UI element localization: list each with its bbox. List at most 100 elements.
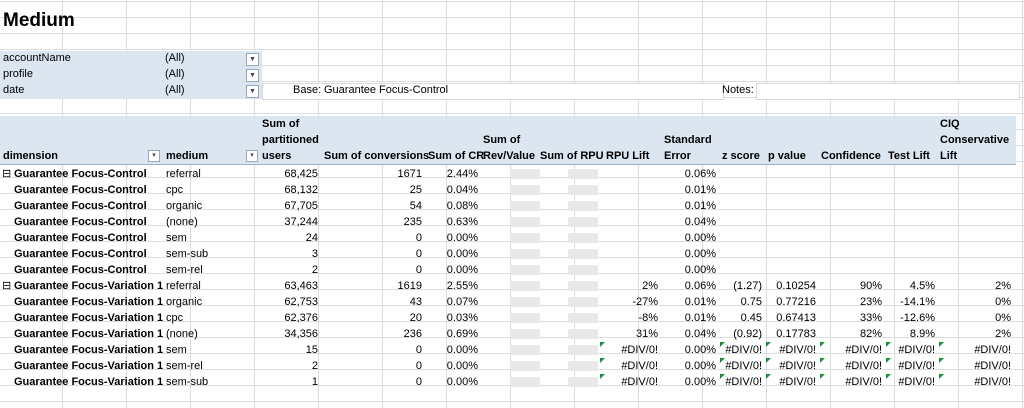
cell-standard-error[interactable]: 0.06%	[660, 279, 716, 293]
cell-cr[interactable]: 2.44%	[426, 167, 478, 181]
collapse-icon[interactable]: ⊟	[2, 279, 12, 293]
filter-row-profile[interactable]: profile (All) ▼	[0, 67, 262, 83]
cell-p-value[interactable]: 0.77216	[764, 295, 816, 309]
cell-medium[interactable]: referral	[166, 167, 256, 181]
cell-rpu-lift[interactable]	[598, 215, 658, 229]
error-indicator-icon[interactable]	[820, 342, 825, 347]
cell-cr[interactable]: 0.03%	[426, 311, 478, 325]
cell-cr[interactable]: 0.69%	[426, 327, 478, 341]
error-indicator-icon[interactable]	[600, 374, 605, 379]
cell-p-value[interactable]: #DIV/0!	[764, 359, 816, 373]
cell-standard-error[interactable]: 0.01%	[660, 199, 716, 213]
cell-dimension[interactable]: Guarantee Focus-Control	[14, 183, 160, 197]
cell-test-lift[interactable]: #DIV/0!	[884, 375, 935, 389]
cell-confidence[interactable]: #DIV/0!	[818, 343, 882, 357]
cell-ciq-lift[interactable]: 0%	[937, 311, 1011, 325]
cell-conversions[interactable]: 0	[322, 343, 422, 357]
error-indicator-icon[interactable]	[720, 358, 725, 363]
cell-rpu-lift[interactable]: 31%	[598, 327, 658, 341]
cell-dimension[interactable]: Guarantee Focus-Control	[14, 167, 160, 181]
cell-standard-error[interactable]: 0.01%	[660, 295, 716, 309]
cell-conversions[interactable]: 0	[322, 375, 422, 389]
cell-medium[interactable]: sem-rel	[166, 263, 256, 277]
cell-test-lift[interactable]	[884, 263, 935, 277]
cell-z-score[interactable]	[718, 247, 762, 261]
table-row[interactable]: Guarantee Focus-Variation 1 (none) 34,356 2…	[0, 326, 1016, 342]
error-indicator-icon[interactable]	[720, 342, 725, 347]
cell-cr[interactable]: 0.07%	[426, 295, 478, 309]
cell-dimension[interactable]: Guarantee Focus-Variation 1	[14, 359, 163, 373]
cell-confidence[interactable]	[818, 263, 882, 277]
cell-dimension[interactable]: Guarantee Focus-Variation 1	[14, 343, 163, 357]
table-row[interactable]: Guarantee Focus-Variation 1 cpc 62,376 20 0.…	[0, 310, 1016, 326]
cell-p-value[interactable]	[764, 231, 816, 245]
cell-conversions[interactable]: 236	[322, 327, 422, 341]
cell-p-value[interactable]	[764, 199, 816, 213]
cell-test-lift[interactable]: -12.6%	[884, 311, 935, 325]
error-indicator-icon[interactable]	[939, 358, 944, 363]
cell-users[interactable]: 2	[260, 263, 318, 277]
cell-p-value[interactable]: #DIV/0!	[764, 375, 816, 389]
error-indicator-icon[interactable]	[886, 358, 891, 363]
cell-z-score[interactable]: 0.75	[718, 295, 762, 309]
cell-confidence[interactable]: 82%	[818, 327, 882, 341]
cell-confidence[interactable]: #DIV/0!	[818, 375, 882, 389]
cell-medium[interactable]: cpc	[166, 183, 256, 197]
filter-row-date[interactable]: date (All) ▼	[0, 83, 262, 99]
cell-confidence[interactable]	[818, 199, 882, 213]
cell-ciq-lift[interactable]: #DIV/0!	[937, 343, 1011, 357]
table-row[interactable]: ⊟ Guarantee Focus-Variation 1 referral 63,4…	[0, 278, 1016, 294]
cell-test-lift[interactable]: 4.5%	[884, 279, 935, 293]
cell-rpu-lift[interactable]: -27%	[598, 295, 658, 309]
cell-confidence[interactable]	[818, 167, 882, 181]
cell-cr[interactable]: 0.08%	[426, 199, 478, 213]
cell-cr[interactable]: 0.63%	[426, 215, 478, 229]
cell-ciq-lift[interactable]	[937, 231, 1011, 245]
table-row[interactable]: Guarantee Focus-Variation 1 sem-sub 1 0 0.00…	[0, 374, 1016, 390]
cell-z-score[interactable]	[718, 199, 762, 213]
cell-test-lift[interactable]	[884, 167, 935, 181]
cell-rpu-lift[interactable]	[598, 183, 658, 197]
cell-users[interactable]: 3	[260, 247, 318, 261]
cell-standard-error[interactable]: 0.04%	[660, 327, 716, 341]
cell-conversions[interactable]: 1671	[322, 167, 422, 181]
cell-cr[interactable]: 0.00%	[426, 359, 478, 373]
notes-cell[interactable]	[756, 83, 1020, 100]
filter-dropdown-icon[interactable]: ▼	[246, 69, 259, 82]
table-row[interactable]: Guarantee Focus-Control sem 24 0 0.00% 0.00%	[0, 230, 1016, 246]
table-row[interactable]: Guarantee Focus-Variation 1 organic 62,753…	[0, 294, 1016, 310]
cell-ciq-lift[interactable]	[937, 167, 1011, 181]
cell-rpu-lift[interactable]	[598, 167, 658, 181]
cell-conversions[interactable]: 0	[322, 359, 422, 373]
table-row[interactable]: Guarantee Focus-Control (none) 37,244 235 0.…	[0, 214, 1016, 230]
dimension-filter-icon[interactable]: ▾	[148, 150, 160, 162]
cell-conversions[interactable]: 25	[322, 183, 422, 197]
cell-ciq-lift[interactable]	[937, 215, 1011, 229]
cell-test-lift[interactable]	[884, 199, 935, 213]
error-indicator-icon[interactable]	[600, 342, 605, 347]
cell-ciq-lift[interactable]: 2%	[937, 327, 1011, 341]
cell-dimension[interactable]: Guarantee Focus-Variation 1	[14, 327, 163, 341]
cell-standard-error[interactable]: 0.00%	[660, 375, 716, 389]
cell-standard-error[interactable]: 0.00%	[660, 343, 716, 357]
cell-medium[interactable]: sem-rel	[166, 359, 256, 373]
cell-cr[interactable]: 0.00%	[426, 263, 478, 277]
cell-dimension[interactable]: Guarantee Focus-Control	[14, 215, 160, 229]
table-row[interactable]: Guarantee Focus-Control organic 67,705 54 0.…	[0, 198, 1016, 214]
base-value[interactable]: Guarantee Focus-Control	[324, 84, 448, 96]
cell-medium[interactable]: sem	[166, 343, 256, 357]
cell-medium[interactable]: sem-sub	[166, 247, 256, 261]
cell-conversions[interactable]: 0	[322, 231, 422, 245]
cell-cr[interactable]: 0.04%	[426, 183, 478, 197]
cell-standard-error[interactable]: 0.01%	[660, 311, 716, 325]
error-indicator-icon[interactable]	[766, 358, 771, 363]
cell-rpu-lift[interactable]	[598, 247, 658, 261]
cell-dimension[interactable]: Guarantee Focus-Control	[14, 231, 160, 245]
cell-ciq-lift[interactable]	[937, 183, 1011, 197]
cell-users[interactable]: 1	[260, 375, 318, 389]
error-indicator-icon[interactable]	[766, 374, 771, 379]
cell-cr[interactable]: 2.55%	[426, 279, 478, 293]
cell-confidence[interactable]	[818, 215, 882, 229]
cell-p-value[interactable]: #DIV/0!	[764, 343, 816, 357]
cell-standard-error[interactable]: 0.01%	[660, 183, 716, 197]
